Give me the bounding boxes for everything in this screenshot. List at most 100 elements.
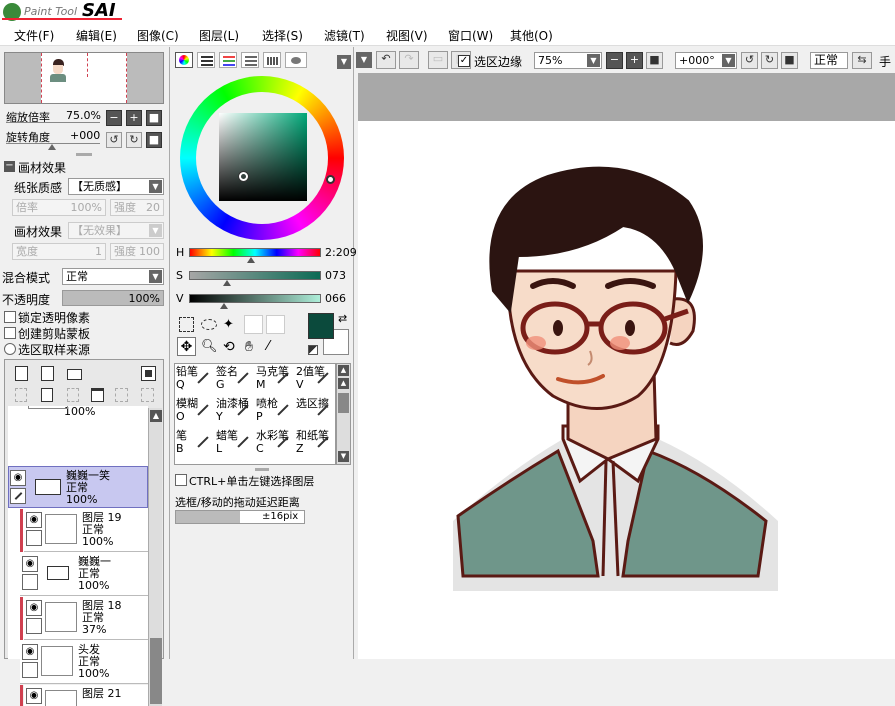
swap-colors-icon[interactable]: ⇄ — [338, 313, 350, 325]
pen-icon[interactable] — [10, 488, 26, 504]
zoom-out-button[interactable]: − — [106, 110, 122, 126]
rect-select-icon[interactable] — [179, 317, 194, 332]
panel-splitter[interactable] — [255, 468, 269, 471]
new-linework-icon[interactable] — [41, 366, 54, 381]
scratchpad-tab[interactable] — [285, 52, 307, 68]
tool-6[interactable]: 喷枪 P — [256, 397, 296, 429]
zoom-reset-button[interactable]: ■ — [146, 110, 162, 126]
tool-4[interactable]: 模糊 O — [176, 397, 216, 429]
toolbar-menu-icon[interactable]: ▼ — [356, 52, 372, 68]
hand-icon[interactable]: ✋︎ — [245, 339, 261, 355]
edit-lock-checkbox[interactable] — [26, 618, 42, 634]
selection-source-radio[interactable] — [4, 343, 16, 355]
new-layer-icon[interactable] — [15, 366, 28, 381]
collapse-icon[interactable]: − — [4, 161, 15, 172]
s-slider[interactable] — [189, 271, 321, 280]
undo-icon[interactable]: ↶ — [376, 51, 396, 69]
s-value[interactable]: 073 — [325, 269, 346, 282]
clip-mask-checkbox[interactable] — [4, 327, 16, 339]
eye-icon[interactable]: ◉ — [26, 688, 42, 704]
rotate-cw-button[interactable]: ↻ — [761, 52, 778, 69]
rotate-slider-handle[interactable] — [48, 144, 56, 150]
menu-select[interactable]: 选择(S) — [262, 27, 303, 44]
angle-select[interactable]: +000° ▼ — [675, 52, 737, 69]
eye-icon[interactable]: ◉ — [22, 556, 38, 572]
menu-filter[interactable]: 滤镜(T) — [324, 27, 365, 44]
menu-file[interactable]: 文件(F) — [14, 27, 54, 44]
canvas-viewport[interactable] — [358, 73, 895, 659]
flip-icon[interactable]: ⇆ — [852, 52, 872, 69]
scroll-up-icon[interactable]: ▲ — [338, 365, 349, 376]
rotate-ccw-button[interactable]: ↺ — [741, 52, 758, 69]
swatches-tab[interactable] — [263, 52, 281, 68]
scroll-thumb[interactable] — [150, 638, 162, 704]
menu-layer[interactable]: 图层(L) — [199, 27, 239, 44]
zoom-select[interactable]: 75% ▼ — [534, 52, 602, 69]
layer-row[interactable]: ◉ 巍巍一 正常 100% — [20, 553, 148, 596]
mixer-tab[interactable] — [241, 52, 259, 68]
navigator-preview[interactable] — [4, 52, 164, 104]
edit-lock-checkbox[interactable] — [26, 530, 42, 546]
ctrl-select-checkbox[interactable] — [175, 474, 187, 486]
new-folder-icon[interactable] — [67, 369, 82, 380]
tool-5[interactable]: 油漆桶 Y — [216, 397, 256, 429]
zoom-in-button[interactable]: + — [626, 52, 643, 69]
scroll-thumb[interactable] — [338, 393, 349, 413]
menu-other[interactable]: 其他(O) — [510, 27, 553, 44]
v-value[interactable]: 066 — [325, 292, 346, 305]
layer-mask-icon[interactable] — [141, 366, 156, 381]
zoom-out-button[interactable]: − — [606, 52, 623, 69]
layer-row[interactable]: ◉ 图层 19 正常 100% — [24, 509, 148, 552]
tool-0[interactable]: 铅笔 Q — [176, 365, 216, 397]
hsv-slider-tab[interactable] — [219, 52, 237, 68]
sv-picker-handle[interactable] — [239, 172, 248, 181]
zoom-value[interactable]: 75.0% — [66, 109, 101, 122]
scroll-down-icon[interactable]: ▼ — [338, 451, 349, 462]
saturation-value-square[interactable] — [219, 113, 307, 201]
v-slider[interactable] — [189, 294, 321, 303]
layer-scrollbar[interactable]: ▲ — [148, 408, 162, 706]
rotate-cw-button[interactable]: ↻ — [126, 132, 142, 148]
tool-1[interactable]: 签名 G — [216, 365, 256, 397]
lasso-icon[interactable] — [201, 319, 217, 330]
v-slider-handle[interactable] — [220, 303, 228, 309]
rotate-reset-button[interactable]: ■ — [146, 132, 162, 148]
scroll-up-icon[interactable]: ▲ — [338, 378, 349, 389]
zoom-in-button[interactable]: + — [126, 110, 142, 126]
merge-down-icon[interactable] — [41, 388, 53, 402]
zoom-slider[interactable] — [6, 122, 100, 123]
panel-menu-icon[interactable]: ▼ — [337, 55, 351, 69]
eye-icon[interactable]: ◉ — [26, 512, 42, 528]
edit-lock-checkbox[interactable] — [22, 662, 38, 678]
hue-picker-handle[interactable] — [326, 175, 335, 184]
canvas[interactable] — [358, 121, 895, 659]
tool-grid-scrollbar[interactable]: ▲ ▲ ▼ — [336, 363, 351, 465]
show-selection-checkbox[interactable]: ✓ — [458, 55, 470, 67]
eyedropper-icon[interactable]: ⁄ — [267, 339, 283, 355]
layer-row[interactable]: ◉ 头发 正常 100% — [20, 641, 148, 684]
rotate-reset-button[interactable]: ■ — [781, 52, 798, 69]
move-icon[interactable]: ✥ — [177, 337, 196, 356]
mode-select[interactable]: 正常 — [810, 52, 848, 69]
eye-icon[interactable]: ◉ — [26, 600, 42, 616]
layer-row[interactable]: ◉ 图层 21 — [24, 685, 148, 706]
layer-row[interactable]: ◉ 图层 18 正常 37% — [24, 597, 148, 640]
tool-8[interactable]: 笔B — [176, 429, 216, 461]
h-slider[interactable] — [189, 248, 321, 257]
rgb-slider-tab[interactable] — [197, 52, 215, 68]
drag-delay-slider[interactable]: ±16pix — [175, 510, 305, 524]
tool-11[interactable]: 和纸笔 Z — [296, 429, 336, 461]
color-wheel-tab[interactable] — [175, 52, 193, 68]
rotate-icon[interactable]: ⟲ — [223, 339, 239, 355]
menu-window[interactable]: 窗口(W) — [448, 27, 493, 44]
menu-edit[interactable]: 编辑(E) — [76, 27, 117, 44]
trash-icon[interactable] — [91, 388, 104, 402]
tool-7[interactable]: 选区擦 — [296, 397, 336, 429]
opacity-slider[interactable]: 100% — [62, 290, 164, 306]
paper-texture-select[interactable]: 【无质感】 ▼ — [68, 178, 164, 195]
blend-mode-select[interactable]: 正常 ▼ — [62, 268, 164, 285]
zoom-reset-button[interactable]: ■ — [646, 52, 663, 69]
h-value[interactable]: 2:209 — [325, 246, 357, 259]
tool-10[interactable]: 水彩笔 C — [256, 429, 296, 461]
eye-icon[interactable]: ◉ — [22, 644, 38, 660]
